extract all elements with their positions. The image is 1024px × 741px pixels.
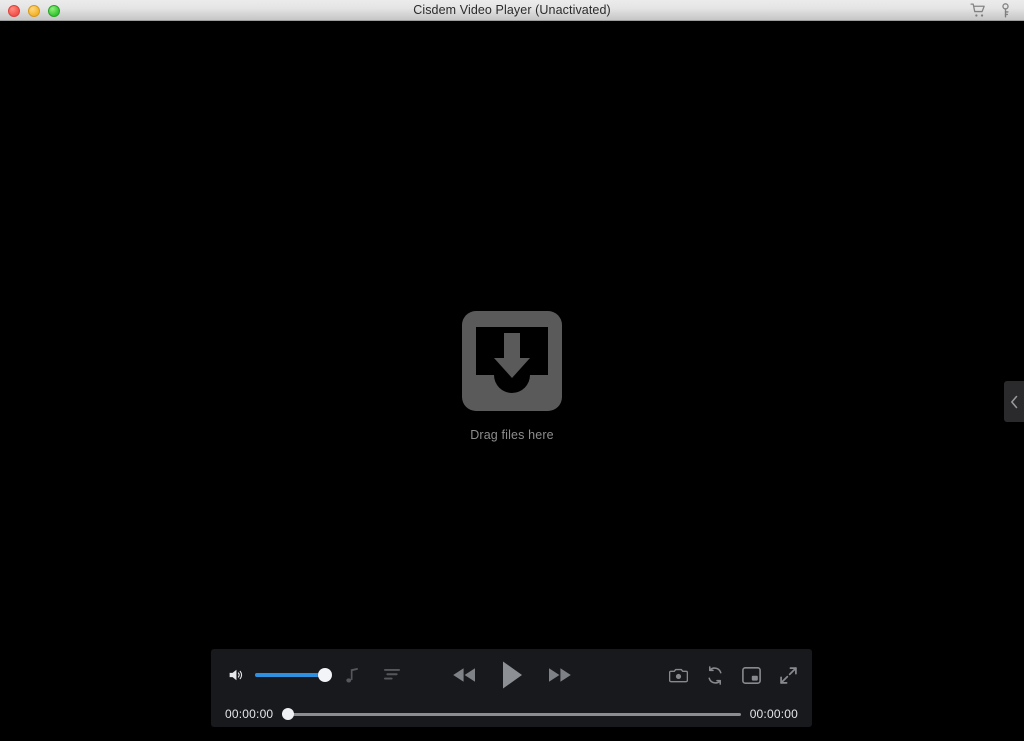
fast-forward-button[interactable] [545, 665, 575, 685]
fast-forward-icon [548, 668, 571, 682]
snapshot-button[interactable] [669, 667, 688, 684]
current-time-label: 00:00:00 [225, 707, 274, 721]
progress-row: 00:00:00 00:00:00 [211, 701, 812, 727]
key-icon[interactable] [997, 2, 1014, 19]
window-title: Cisdem Video Player (Unactivated) [413, 3, 611, 17]
progress-track [282, 712, 741, 716]
sidebar-toggle-button[interactable] [1004, 381, 1024, 422]
app-window: Cisdem Video Player (Unactivated) Drag f… [0, 0, 1024, 741]
control-bar: 00:00:00 00:00:00 [211, 649, 812, 727]
progress-slider[interactable] [282, 708, 741, 720]
download-inbox-icon [462, 311, 562, 411]
loop-icon [708, 665, 722, 685]
camera-icon [669, 668, 688, 682]
rewind-button[interactable] [449, 665, 479, 685]
traffic-lights [8, 0, 60, 21]
fullscreen-button[interactable] [779, 666, 798, 685]
maximize-button[interactable] [48, 4, 60, 17]
controls-row [211, 649, 812, 701]
total-time-label: 00:00:00 [749, 707, 798, 721]
titlebar: Cisdem Video Player (Unactivated) [0, 0, 1024, 21]
controls-right-group [669, 649, 798, 701]
picture-in-picture-button[interactable] [742, 666, 761, 684]
drop-zone-label: Drag files here [470, 428, 554, 442]
chevron-left-icon [1010, 395, 1017, 408]
loop-button[interactable] [706, 665, 724, 685]
close-button[interactable] [8, 4, 20, 17]
minimize-button[interactable] [28, 4, 40, 17]
video-area[interactable]: Drag files here 00:00:00 00:00:00 [0, 21, 1024, 741]
expand-icon [780, 666, 797, 684]
play-icon [502, 661, 522, 689]
drop-zone[interactable]: Drag files here [0, 311, 1024, 442]
picture-in-picture-icon [742, 666, 761, 684]
play-button[interactable] [499, 659, 525, 691]
titlebar-actions [970, 0, 1014, 21]
cart-icon[interactable] [970, 2, 987, 19]
progress-knob[interactable] [282, 708, 295, 720]
rewind-icon [452, 668, 475, 682]
